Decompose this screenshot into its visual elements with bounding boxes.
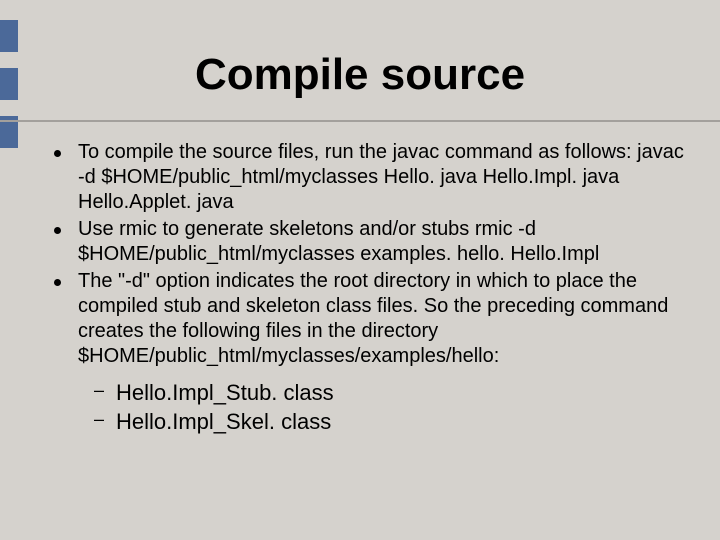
sub-bullet-item: Hello.Impl_Stub. class (88, 379, 696, 408)
sub-bullet-list: Hello.Impl_Stub. class Hello.Impl_Skel. … (88, 379, 696, 436)
title-divider (0, 120, 720, 122)
slide-content: To compile the source files, run the jav… (40, 140, 696, 436)
bullet-item: Use rmic to generate skeletons and/or st… (40, 217, 696, 267)
marker (0, 20, 18, 52)
sub-bullet-item: Hello.Impl_Skel. class (88, 408, 696, 437)
bullet-item: The "-d" option indicates the root direc… (40, 269, 696, 369)
bullet-list: To compile the source files, run the jav… (40, 140, 696, 369)
slide-title: Compile source (0, 50, 720, 100)
bullet-item: To compile the source files, run the jav… (40, 140, 696, 215)
